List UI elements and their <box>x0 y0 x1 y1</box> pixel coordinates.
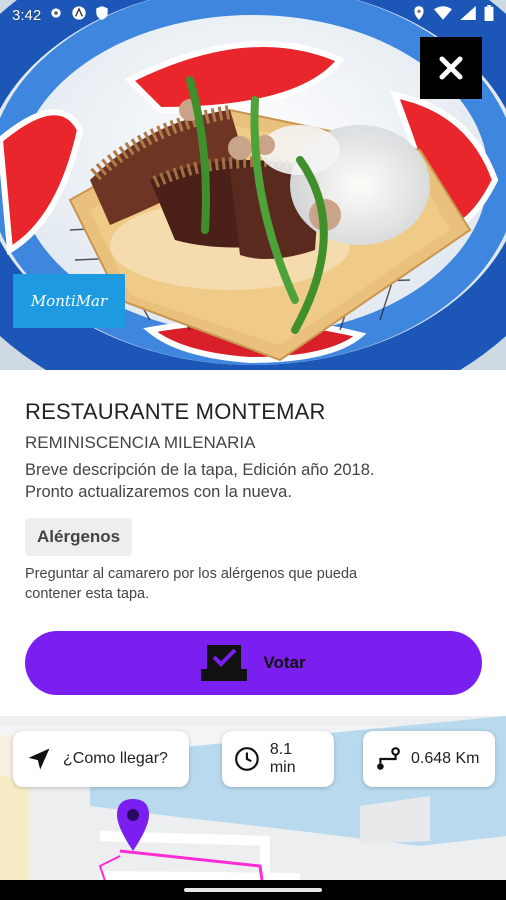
vote-button[interactable]: Votar <box>25 631 482 695</box>
tapa-name: REMINISCENCIA MILENARIA <box>25 433 256 452</box>
directions-card[interactable]: ¿Como llegar? <box>13 731 189 787</box>
distance-label: 0.648 Km <box>411 750 480 767</box>
route-icon <box>377 747 400 770</box>
gear-icon <box>49 6 63 24</box>
close-icon <box>439 56 463 80</box>
app-notification-icon <box>71 5 87 25</box>
status-bar: 3:42 <box>0 0 506 30</box>
close-button[interactable] <box>420 37 482 99</box>
navigation-arrow-icon <box>28 748 50 770</box>
map-pin-icon <box>117 799 149 856</box>
logo-text: MontiMar <box>30 292 108 310</box>
system-nav-bar <box>0 880 506 900</box>
tapa-description: Breve descripción de la tapa, Edición añ… <box>25 461 375 501</box>
travel-time-card: 8.1 min <box>222 731 334 787</box>
allergens-chip: Alérgenos <box>25 518 133 556</box>
travel-time-label: 8.1 min <box>269 741 296 776</box>
distance-card: 0.648 Km <box>363 731 495 787</box>
vote-label: Votar <box>263 653 306 672</box>
ballot-box-icon <box>201 645 248 681</box>
clock-icon <box>235 747 259 771</box>
home-gesture-handle[interactable] <box>184 888 322 892</box>
wifi-icon <box>434 5 452 25</box>
status-time: 3:42 <box>12 6 42 24</box>
directions-label: ¿Como llegar? <box>63 750 168 767</box>
allergens-text: Preguntar al camarero por los alérgenos … <box>25 566 358 602</box>
location-icon <box>412 5 426 26</box>
restaurant-logo: MontiMar <box>13 274 125 328</box>
battery-icon <box>484 4 494 26</box>
allergens-label: Alérgenos <box>37 527 121 546</box>
shield-icon <box>95 5 109 25</box>
signal-icon <box>460 5 476 25</box>
restaurant-name: RESTAURANTE MONTEMAR <box>25 399 326 424</box>
